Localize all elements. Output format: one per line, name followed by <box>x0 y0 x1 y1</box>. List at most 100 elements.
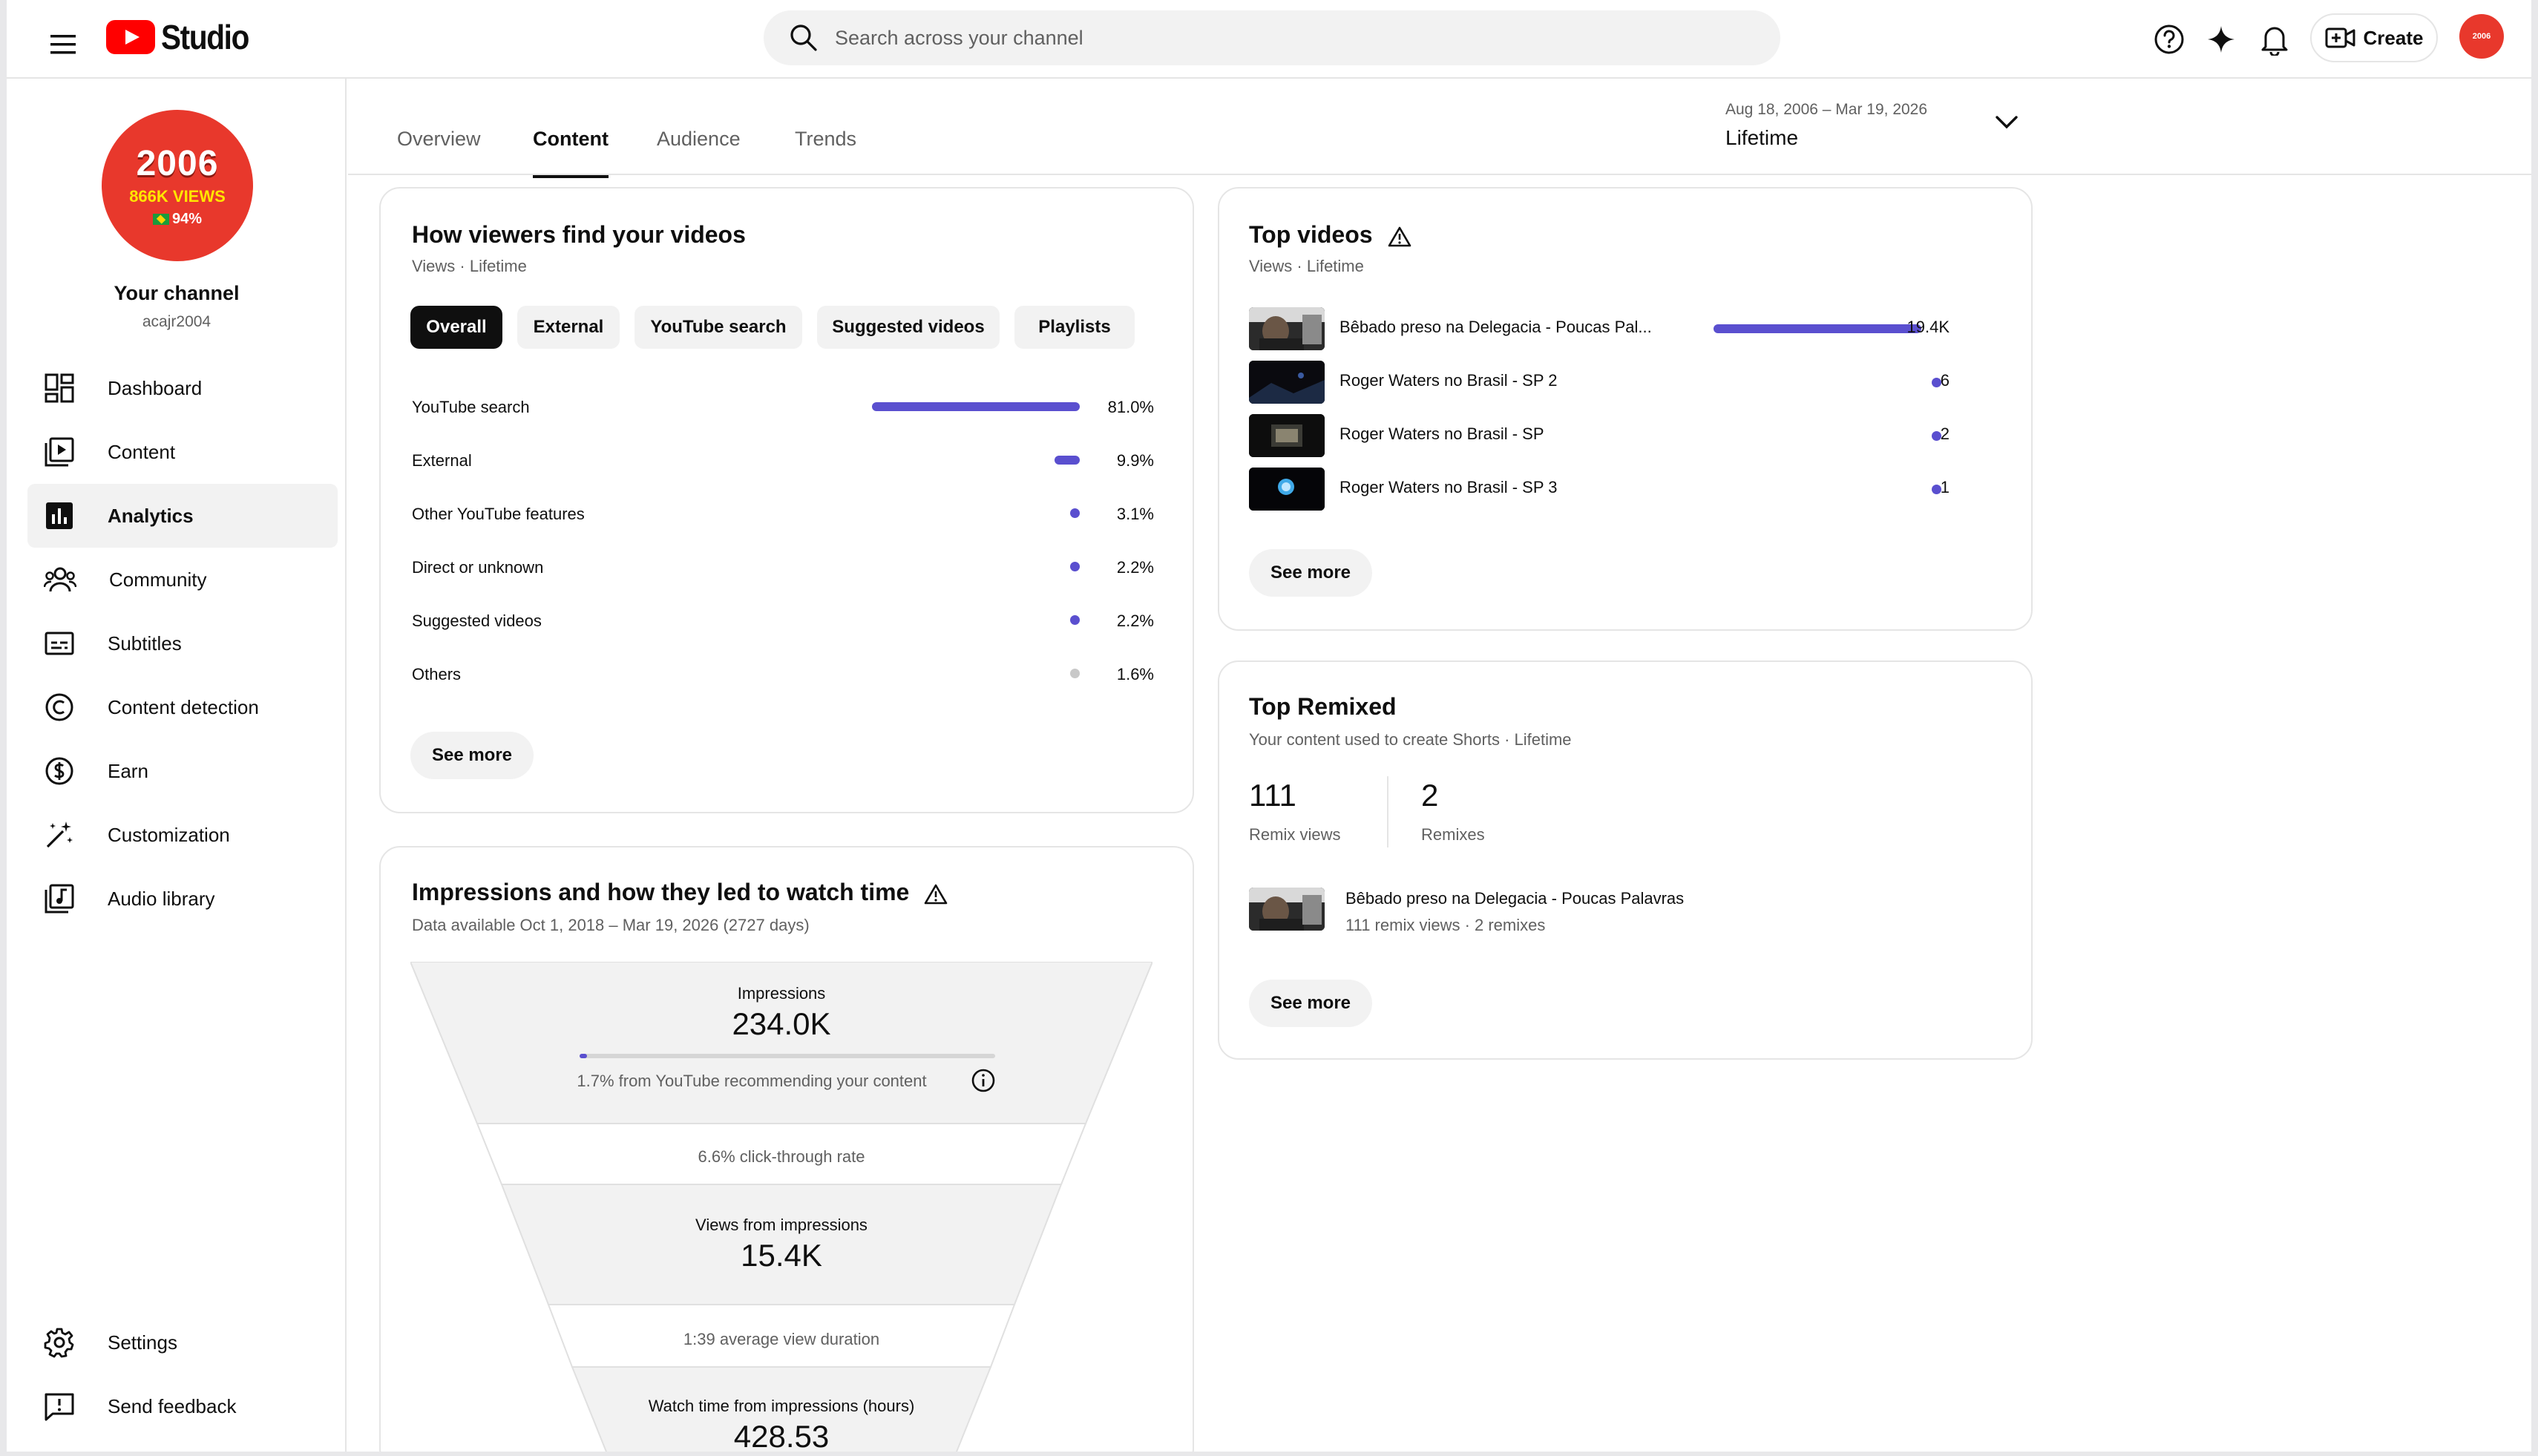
video-thumbnail[interactable] <box>1249 307 1325 350</box>
impressions-funnel-card: Impressions and how they led to watch ti… <box>379 846 1194 1452</box>
traffic-row-value: 2.2% <box>1116 558 1154 577</box>
watch-time-label: Watch time from impressions (hours) <box>648 1397 915 1415</box>
video-thumbnail[interactable] <box>1249 414 1325 457</box>
gear-icon <box>44 1328 74 1358</box>
info-icon[interactable] <box>970 1067 997 1094</box>
subtitles-icon <box>45 632 74 655</box>
hamburger-menu-icon[interactable] <box>36 18 90 71</box>
video-views-value: 2 <box>1940 424 1950 443</box>
analytics-icon <box>46 502 73 529</box>
youtube-play-icon <box>106 20 155 54</box>
sidebar-item-label: Analytics <box>108 504 194 527</box>
sidebar-item-audio-library[interactable]: Audio library <box>27 867 338 931</box>
sidebar-item-content[interactable]: Content <box>27 420 338 484</box>
video-thumbnail[interactable] <box>1249 468 1325 511</box>
sidebar-item-analytics[interactable]: Analytics <box>27 484 338 548</box>
remixed-video-row[interactable]: Bêbado preso na Delegacia - Poucas Palav… <box>1249 888 1991 934</box>
top-header: Studio Create 2006 <box>7 0 2531 79</box>
video-title[interactable]: Roger Waters no Brasil - SP <box>1340 424 1544 444</box>
video-thumbnail[interactable] <box>1249 888 1325 931</box>
sidebar-item-label: Content <box>108 440 176 463</box>
studio-logo-text: Studio <box>161 18 249 56</box>
audio-library-icon <box>45 884 74 914</box>
top-videos-see-more-button[interactable]: See more <box>1249 549 1372 597</box>
top-video-row[interactable]: Bêbado preso na Delegacia - Poucas Pal..… <box>1249 307 1991 350</box>
sidebar: 2006 866K VIEWS 94% Your channel acajr20… <box>7 79 347 1452</box>
avg-view-duration-text: 1:39 average view duration <box>683 1330 880 1348</box>
video-title[interactable]: Roger Waters no Brasil - SP 3 <box>1340 478 1557 497</box>
notifications-bell-icon[interactable] <box>2252 16 2298 62</box>
impressions-title: Impressions and how they led to watch ti… <box>412 879 948 906</box>
video-title[interactable]: Roger Waters no Brasil - SP 2 <box>1340 371 1557 390</box>
traffic-subtitle: Views · Lifetime <box>412 257 527 275</box>
tab-overview[interactable]: Overview <box>397 128 481 175</box>
search-input[interactable] <box>835 26 1651 50</box>
sidebar-item-label: Community <box>109 568 207 591</box>
date-range-picker[interactable]: Aug 18, 2006 – Mar 19, 2026 Lifetime <box>1725 101 1927 150</box>
search-bar[interactable] <box>764 10 1780 65</box>
traffic-row-dot <box>1070 508 1080 518</box>
sidebar-item-customization[interactable]: Customization <box>27 803 338 867</box>
tab-trends[interactable]: Trends <box>795 128 856 175</box>
traffic-sources-card: How viewers find your videos Views · Lif… <box>379 187 1194 813</box>
account-avatar[interactable]: 2006 <box>2459 14 2504 59</box>
create-video-icon <box>2325 27 2355 48</box>
chevron-down-icon[interactable] <box>1994 113 2019 131</box>
tab-content[interactable]: Content <box>533 128 609 178</box>
help-icon[interactable] <box>2146 16 2192 62</box>
impressions-value: 234.0K <box>732 1006 831 1041</box>
create-button[interactable]: Create <box>2310 13 2438 62</box>
video-title[interactable]: Bêbado preso na Delegacia - Poucas Pal..… <box>1340 318 1652 337</box>
traffic-row: Other YouTube features 3.1% <box>412 505 1154 534</box>
warning-icon[interactable] <box>924 883 948 905</box>
tab-audience[interactable]: Audience <box>657 128 741 175</box>
remix-views-label: Remix views <box>1249 825 1341 844</box>
channel-title[interactable]: Your channel <box>7 282 347 305</box>
traffic-see-more-button[interactable]: See more <box>410 732 534 779</box>
traffic-row-dot <box>1070 562 1080 571</box>
date-range-label: Lifetime <box>1725 126 1799 149</box>
analytics-tabs-bar: Overview Content Audience Trends Aug 18,… <box>348 79 2531 178</box>
top-remixed-card: Top Remixed Your content used to create … <box>1218 660 2033 1060</box>
warning-icon[interactable] <box>1388 226 1411 248</box>
sidebar-item-earn[interactable]: Earn <box>27 739 338 803</box>
remixed-video-title[interactable]: Bêbado preso na Delegacia - Poucas Palav… <box>1345 889 1684 908</box>
top-video-row[interactable]: Roger Waters no Brasil - SP 3 1 <box>1249 468 1991 511</box>
views-from-impressions-value: 15.4K <box>741 1238 822 1273</box>
date-range-dates: Aug 18, 2006 – Mar 19, 2026 <box>1725 101 1928 118</box>
sidebar-item-subtitles[interactable]: Subtitles <box>27 611 338 675</box>
video-thumbnail[interactable] <box>1249 361 1325 404</box>
traffic-row-label: External <box>412 451 472 470</box>
top-remixed-subtitle: Your content used to create Shorts · Lif… <box>1249 730 1572 749</box>
traffic-row-value: 1.6% <box>1116 665 1154 683</box>
top-video-row[interactable]: Roger Waters no Brasil - SP 2 <box>1249 414 1991 457</box>
sidebar-item-settings[interactable]: Settings <box>27 1311 338 1374</box>
chip-external[interactable]: External <box>517 306 620 349</box>
top-remixed-see-more-button[interactable]: See more <box>1249 980 1372 1027</box>
chip-playlists[interactable]: Playlists <box>1014 306 1135 349</box>
sparkle-icon[interactable] <box>2198 16 2244 62</box>
sidebar-item-community[interactable]: Community <box>27 548 338 611</box>
traffic-row-dot <box>1070 615 1080 625</box>
remixed-video-meta: 111 remix views · 2 remixes <box>1345 916 1546 934</box>
sidebar-item-dashboard[interactable]: Dashboard <box>27 356 338 420</box>
top-video-row[interactable]: Roger Waters no Brasil - SP 2 6 <box>1249 361 1991 404</box>
magic-wand-icon <box>46 822 73 848</box>
chip-overall[interactable]: Overall <box>410 306 502 349</box>
studio-logo[interactable]: Studio <box>106 16 260 58</box>
sidebar-item-content-detection[interactable]: Content detection <box>27 675 338 739</box>
sidebar-item-send-feedback[interactable]: Send feedback <box>27 1374 338 1438</box>
chip-youtube-search[interactable]: YouTube search <box>634 306 802 349</box>
channel-avatar-percent: 94% <box>152 211 203 228</box>
remixes-value: 2 <box>1421 778 1439 813</box>
traffic-row: Suggested videos 2.2% <box>412 611 1154 641</box>
traffic-row-value: 3.1% <box>1116 505 1154 523</box>
channel-avatar[interactable]: 2006 866K VIEWS 94% <box>102 110 253 261</box>
top-remixed-title: Top Remixed <box>1249 693 1397 720</box>
traffic-row-bar <box>1055 456 1080 465</box>
sidebar-item-label: Dashboard <box>108 376 203 399</box>
metric-divider <box>1387 776 1388 847</box>
chip-suggested-videos[interactable]: Suggested videos <box>817 306 1000 349</box>
traffic-row-label: Suggested videos <box>412 611 542 630</box>
channel-avatar-percent-text: 94% <box>171 211 203 227</box>
